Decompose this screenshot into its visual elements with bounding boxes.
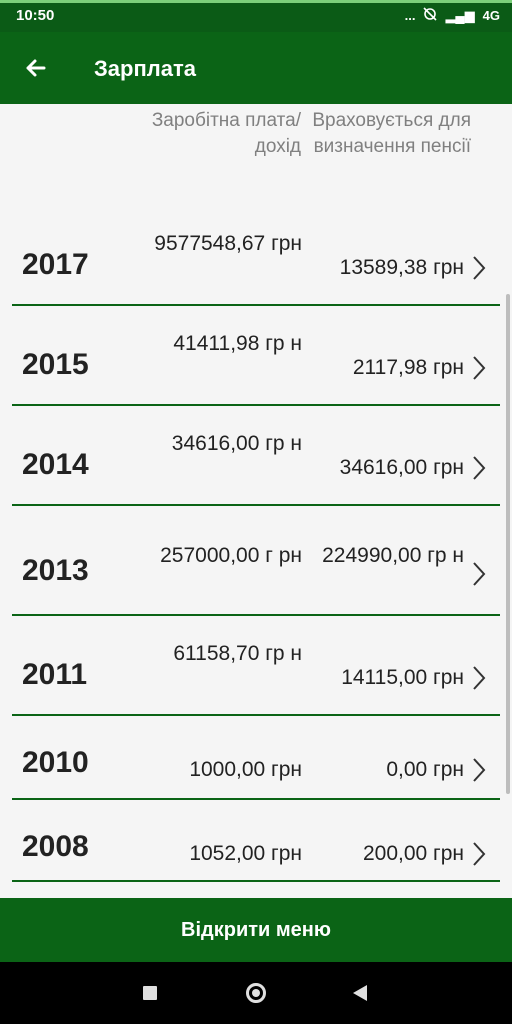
table-row[interactable]: 2013 257000,00 г рн 224990,00 гр н bbox=[12, 506, 500, 616]
back-arrow-icon[interactable] bbox=[20, 52, 52, 84]
row-salary: 257000,00 г рн bbox=[160, 544, 302, 567]
row-counted: 2117,98 грн bbox=[352, 356, 464, 379]
page-title: Зарплата bbox=[94, 56, 196, 81]
open-menu-button[interactable]: Відкрити меню bbox=[0, 898, 512, 962]
chevron-right-icon bbox=[472, 757, 486, 783]
status-bar: 10:50 ... ▂▄▆ 4G bbox=[0, 0, 512, 32]
table-row[interactable]: 2015 41411,98 гр н 2117,98 грн bbox=[12, 306, 500, 406]
signal-icon: ▂▄▆ bbox=[445, 7, 475, 23]
row-salary: 1000,00 грн bbox=[189, 758, 302, 781]
app-bar: Зарплата bbox=[0, 32, 512, 104]
scrollbar[interactable] bbox=[506, 294, 510, 794]
system-nav-bar bbox=[0, 962, 512, 1024]
row-year: 2015 bbox=[22, 348, 89, 381]
row-counted: 224990,00 гр н bbox=[322, 544, 464, 567]
row-salary: 34616,00 гр н bbox=[171, 432, 302, 455]
row-counted: 200,00 грн bbox=[362, 842, 464, 865]
row-salary: 61158,70 гр н bbox=[173, 642, 302, 665]
nav-back-icon[interactable] bbox=[353, 985, 367, 1001]
row-year: 2014 bbox=[22, 448, 89, 481]
row-counted: 34616,00 грн bbox=[339, 456, 464, 479]
network-type: 4G bbox=[482, 8, 500, 23]
chevron-right-icon bbox=[472, 255, 486, 281]
table-row[interactable]: 2017 9577548,67 грн 13589,38 грн bbox=[12, 224, 500, 306]
table-row[interactable]: 2011 61158,70 гр н 14115,00 грн bbox=[12, 616, 500, 716]
alarm-off-icon bbox=[423, 7, 438, 24]
row-year: 2013 bbox=[22, 554, 89, 587]
row-year: 2008 bbox=[22, 830, 89, 863]
row-salary: 9577548,67 грн bbox=[154, 232, 302, 255]
column-headers: Заробітна плата/ дохід Враховується для … bbox=[0, 108, 512, 218]
home-icon[interactable] bbox=[246, 983, 266, 1003]
table-row[interactable]: 2010 1000,00 грн 0,00 грн bbox=[12, 716, 500, 800]
notification-dots-icon: ... bbox=[404, 8, 416, 23]
table-row[interactable]: 2014 34616,00 гр н 34616,00 грн bbox=[12, 406, 500, 506]
chevron-right-icon bbox=[472, 355, 486, 381]
row-year: 2017 bbox=[22, 248, 89, 281]
row-counted: 14115,00 грн bbox=[341, 666, 464, 689]
chevron-right-icon bbox=[472, 841, 486, 867]
status-progress-line bbox=[0, 0, 512, 3]
status-icons: ... ▂▄▆ 4G bbox=[405, 7, 500, 24]
row-salary: 1052,00 грн bbox=[189, 842, 302, 865]
row-salary: 41411,98 гр н bbox=[173, 332, 302, 355]
table-row[interactable]: 2008 1052,00 грн 200,00 грн bbox=[12, 800, 500, 882]
recents-icon[interactable] bbox=[143, 986, 157, 1000]
header-salary: Заробітна плата/ дохід bbox=[151, 110, 301, 157]
header-pension-counted: Враховується для визначення пенсії bbox=[312, 110, 471, 157]
salary-list[interactable]: Заробітна плата/ дохід Враховується для … bbox=[0, 104, 512, 898]
chevron-right-icon bbox=[472, 455, 486, 481]
chevron-right-icon bbox=[472, 665, 486, 691]
row-year: 2010 bbox=[22, 746, 89, 779]
row-counted: 13589,38 грн bbox=[339, 256, 464, 279]
row-counted: 0,00 грн bbox=[386, 758, 464, 781]
status-time: 10:50 bbox=[16, 7, 55, 24]
row-year: 2011 bbox=[22, 658, 88, 691]
chevron-right-icon bbox=[472, 561, 486, 587]
